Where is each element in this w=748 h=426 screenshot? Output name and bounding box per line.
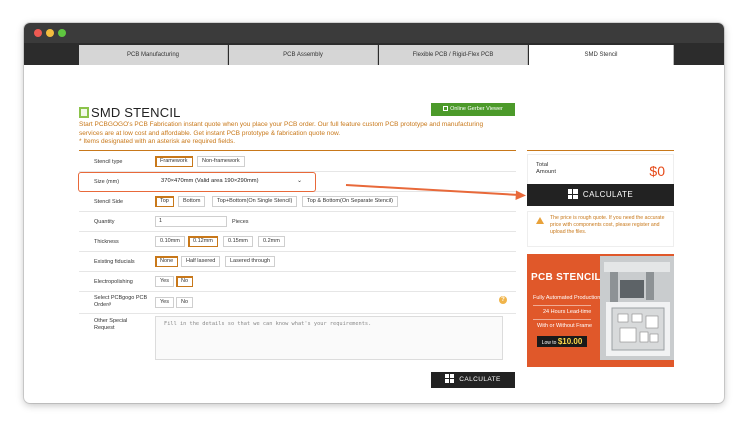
page-content: SMD STENCIL Online Gerber Viewer Start P… xyxy=(24,23,724,403)
annotation-arrow xyxy=(345,184,526,200)
